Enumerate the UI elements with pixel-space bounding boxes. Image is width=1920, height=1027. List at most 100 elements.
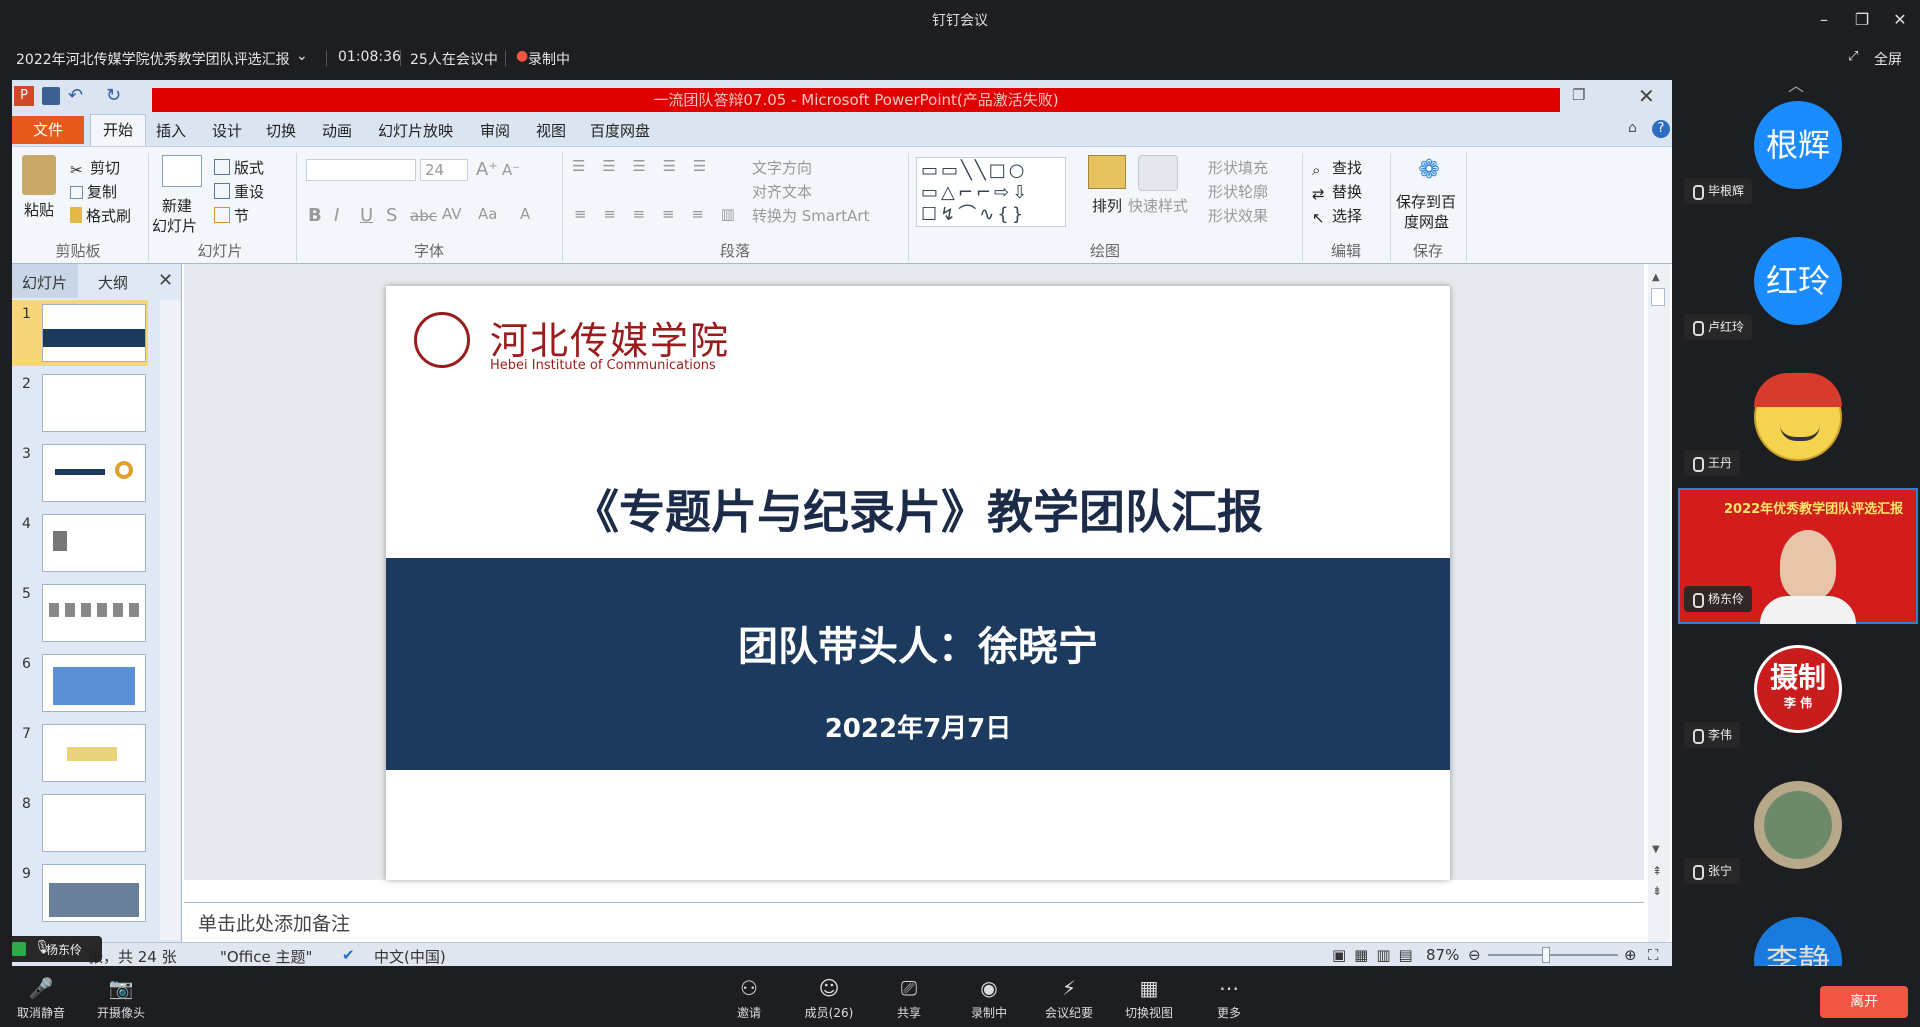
fit-window-icon[interactable]: ⛶: [1648, 946, 1659, 964]
fullscreen-button[interactable]: 全屏: [1874, 49, 1902, 69]
italic-icon[interactable]: I: [334, 205, 339, 226]
participant-avatar-cartoon[interactable]: [1754, 373, 1842, 461]
find-button[interactable]: ⌕ 查找: [1312, 157, 1362, 179]
baidu-cloud-icon[interactable]: ❁: [1412, 155, 1446, 185]
tab-review[interactable]: 审阅: [480, 120, 510, 141]
slide-thumbnail-7[interactable]: [42, 724, 146, 782]
zoom-slider[interactable]: [1488, 954, 1618, 956]
tab-file[interactable]: 文件: [12, 116, 84, 144]
thumbnail-scrollbar[interactable]: [160, 300, 180, 940]
zoom-out-icon[interactable]: ⊖: [1468, 946, 1481, 964]
more-button[interactable]: ⋯ 更多: [1194, 976, 1264, 1021]
section-button[interactable]: 节: [214, 205, 249, 226]
zoom-in-icon[interactable]: ⊕: [1624, 946, 1637, 964]
paste-icon[interactable]: [22, 155, 56, 195]
text-direction-button[interactable]: 文字方向: [752, 157, 812, 178]
layout-button[interactable]: 版式: [214, 157, 264, 178]
chevron-down-icon[interactable]: ⌄: [296, 48, 308, 64]
tab-transitions[interactable]: 切换: [266, 120, 296, 141]
switch-view-button[interactable]: ▦ 切换视图: [1114, 976, 1184, 1021]
select-button[interactable]: ↖ 选择: [1312, 205, 1362, 227]
close-pane-icon[interactable]: ✕: [158, 270, 173, 291]
font-name-box[interactable]: [306, 159, 416, 181]
redo-icon[interactable]: ↻: [106, 85, 121, 106]
save-baidu-label-2[interactable]: 度网盘: [1404, 211, 1449, 232]
arrange-icon[interactable]: [1088, 155, 1126, 189]
slide-thumbnail-1[interactable]: [42, 304, 146, 362]
minutes-button[interactable]: ⚡ 会议纪要: [1034, 976, 1104, 1021]
underline-icon[interactable]: U: [360, 205, 373, 226]
shadow-icon[interactable]: S: [386, 205, 397, 226]
slide-thumbnail-2[interactable]: [42, 374, 146, 432]
tab-home[interactable]: 开始: [90, 114, 146, 146]
tab-baidu[interactable]: 百度网盘: [590, 120, 650, 141]
notes-pane[interactable]: 单击此处添加备注: [184, 902, 1644, 938]
slide-thumbnail-9[interactable]: [42, 864, 146, 922]
reset-button[interactable]: 重设: [214, 181, 264, 202]
undo-icon[interactable]: ↶: [68, 85, 83, 106]
meeting-title[interactable]: 2022年河北传媒学院优秀教学团队评选汇报: [16, 49, 290, 69]
format-painter-button[interactable]: 格式刷: [70, 205, 131, 226]
copy-button[interactable]: 复制: [70, 181, 117, 202]
members-button[interactable]: ☺ 成员(26): [794, 976, 864, 1021]
align-text-button[interactable]: 对齐文本: [752, 181, 812, 202]
slide-scrollbar[interactable]: ▲ ▼ ⇞ ⇟: [1648, 264, 1670, 942]
strikethrough-icon[interactable]: abc: [410, 207, 437, 225]
tab-animations[interactable]: 动画: [322, 120, 352, 141]
quick-styles-icon[interactable]: [1138, 155, 1178, 191]
minimize-icon[interactable]: –: [1812, 8, 1836, 32]
font-size-box[interactable]: 24: [420, 159, 468, 181]
shapes-gallery[interactable]: ▭▭╲╲□○ ▭△⌐⌐⇨⇩ ☐↯⌒∿{}: [916, 157, 1066, 227]
fullscreen-icon[interactable]: ⤢: [1848, 49, 1858, 64]
collapse-ribbon-icon[interactable]: ⌂: [1628, 120, 1637, 136]
tab-insert[interactable]: 插入: [156, 120, 186, 141]
slide-thumbnail-6[interactable]: [42, 654, 146, 712]
attendee-count[interactable]: 25人在会议中: [410, 49, 498, 69]
tab-slides[interactable]: 幻灯片: [22, 272, 67, 293]
slide-thumbnail-5[interactable]: [42, 584, 146, 642]
tab-view[interactable]: 视图: [536, 120, 566, 141]
slide-thumbnail-4[interactable]: [42, 514, 146, 572]
tab-slideshow[interactable]: 幻灯片放映: [378, 120, 453, 141]
invite-button[interactable]: ⚇ 邀请: [714, 976, 784, 1021]
camera-button[interactable]: 📷 开摄像头: [86, 976, 156, 1021]
new-slide-label-1[interactable]: 新建: [162, 195, 192, 216]
tab-outline[interactable]: 大纲: [98, 272, 128, 293]
new-slide-icon[interactable]: [162, 155, 202, 187]
restore-icon[interactable]: ❐: [1850, 8, 1874, 32]
case-icon[interactable]: Aa: [478, 205, 497, 223]
zoom-slider-thumb[interactable]: [1542, 947, 1550, 963]
leave-button[interactable]: 离开: [1820, 986, 1908, 1018]
list-icons[interactable]: ☰ ☰ ☰ ☰ ☰: [572, 157, 712, 175]
bold-icon[interactable]: B: [308, 205, 322, 226]
save-icon[interactable]: [42, 87, 60, 105]
current-slide[interactable]: 河北传媒学院 Hebei Institute of Communications…: [386, 286, 1450, 880]
font-color-icon[interactable]: A: [520, 205, 530, 223]
participant-avatar[interactable]: 红玲: [1754, 237, 1842, 325]
help-icon[interactable]: ?: [1652, 120, 1670, 138]
restore-icon[interactable]: ❐: [1572, 86, 1585, 104]
participant-avatar-photo[interactable]: [1754, 781, 1842, 869]
view-buttons[interactable]: ▣▦▥▤: [1332, 946, 1421, 964]
cut-button[interactable]: ✂ 剪切: [70, 157, 120, 179]
slide-thumbnail-3[interactable]: [42, 444, 146, 502]
align-icons[interactable]: ≡ ≡ ≡ ≡ ≡ ▥: [574, 205, 741, 223]
slide-thumbnail-8[interactable]: [42, 794, 146, 852]
chevron-up-icon[interactable]: ︿: [1788, 72, 1804, 96]
replace-button[interactable]: ⇄ 替换: [1312, 181, 1362, 203]
arrange-button[interactable]: 排列: [1092, 195, 1122, 216]
participant-avatar[interactable]: 根辉: [1754, 101, 1842, 189]
unmute-button[interactable]: 🎤 取消静音: [6, 976, 76, 1021]
paste-button[interactable]: 粘贴: [24, 199, 54, 220]
save-baidu-label-1[interactable]: 保存到百: [1396, 191, 1456, 212]
quick-styles-button[interactable]: 快速样式: [1128, 195, 1188, 216]
close-icon[interactable]: ✕: [1888, 8, 1912, 32]
shape-fill-button[interactable]: 形状填充: [1208, 157, 1268, 178]
shape-outline-button[interactable]: 形状轮廓: [1208, 181, 1268, 202]
close-icon[interactable]: ✕: [1638, 84, 1655, 108]
new-slide-label-2[interactable]: 幻灯片: [152, 215, 197, 236]
share-button[interactable]: ⎚ 共享: [874, 976, 944, 1021]
spellcheck-icon[interactable]: ✔: [342, 946, 355, 964]
shape-effects-button[interactable]: 形状效果: [1208, 205, 1268, 226]
participant-avatar-seal[interactable]: 摄制 李 伟: [1754, 645, 1842, 733]
